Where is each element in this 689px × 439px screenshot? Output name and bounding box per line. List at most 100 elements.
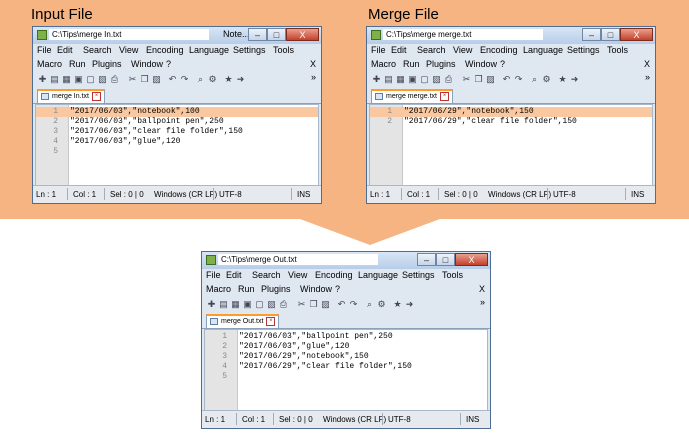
menu-language[interactable]: Language [189,45,229,55]
menu-view[interactable]: View [453,45,472,55]
toolbar-icon[interactable]: ⚙ [541,74,552,85]
menu-plugins[interactable]: Plugins [261,284,291,294]
editor-line[interactable]: 2 "2017/06/03","glue",120 [205,342,487,352]
menu-plugins[interactable]: Plugins [92,59,122,69]
menu-file[interactable]: File [206,270,221,280]
toolbar-icon[interactable]: ▢ [254,299,265,310]
text-editor[interactable]: 1 "2017/06/29","notebook",150 2 "2017/06/29… [369,104,653,186]
toolbar-icon[interactable]: ✂ [127,74,138,85]
toolbar-icon[interactable]: ⚙ [207,74,218,85]
toolbar-icon[interactable]: ➜ [404,299,415,310]
toolbar-icon[interactable]: ➜ [569,74,580,85]
toolbar-icon[interactable]: ⌕ [195,74,206,85]
document-tab[interactable]: merge merge.txt × [371,89,453,103]
menu-window[interactable]: Window [300,284,332,294]
menu-window[interactable]: Window [465,59,497,69]
editor-line[interactable]: 1 "2017/06/03","ballpoint pen",250 [205,332,487,342]
menu-search[interactable]: Search [252,270,281,280]
menu-run[interactable]: Run [69,59,86,69]
menu-edit[interactable]: Edit [57,45,73,55]
toolbar-icon[interactable]: ⚙ [376,299,387,310]
toolbar-icon[interactable]: ⎙ [443,74,454,85]
menu-macro[interactable]: Macro [371,59,396,69]
toolbar-icon[interactable]: ↶ [167,74,178,85]
toolbar-icon[interactable]: ▣ [73,74,84,85]
toolbar-icon[interactable]: ⌕ [364,299,375,310]
toolbar-icon[interactable]: ✂ [296,299,307,310]
toolbar-icon[interactable]: ▤ [49,74,60,85]
menu-file[interactable]: File [37,45,52,55]
editor-line[interactable]: 4 "2017/06/03","glue",120 [36,137,318,147]
toolbar-icon[interactable]: ✚ [206,299,217,310]
editor-line[interactable]: 2 "2017/06/29","clear file folder",150 [370,117,652,127]
menu-search[interactable]: Search [83,45,112,55]
minimize-button[interactable]: – [417,253,436,266]
tab-close-icon[interactable]: × [439,91,449,101]
text-editor[interactable]: 1 "2017/06/03","notebook",100 2 "2017/06/03… [35,104,319,186]
menu-file[interactable]: File [371,45,386,55]
editor-line[interactable]: 1 "2017/06/03","notebook",100 [36,107,318,117]
toolbar-icon[interactable]: ▣ [407,74,418,85]
toolbar-icon[interactable]: ↷ [513,74,524,85]
toolbar-icon[interactable]: ▧ [97,74,108,85]
menu-run[interactable]: Run [238,284,255,294]
menu-settings[interactable]: Settings [233,45,266,55]
toolbar-icon[interactable]: ➜ [235,74,246,85]
menu-encoding[interactable]: Encoding [146,45,184,55]
toolbar-icon[interactable]: ↷ [348,299,359,310]
toolbar-icon[interactable]: ▦ [230,299,241,310]
editor-line[interactable]: 1 "2017/06/29","notebook",150 [370,107,652,117]
editor-line[interactable]: 2 "2017/06/03","ballpoint pen",250 [36,117,318,127]
document-tab[interactable]: merge In.txt × [37,89,105,103]
toolbar-icon[interactable]: ❐ [139,74,150,85]
document-close-button[interactable]: X [479,284,485,294]
text-editor[interactable]: 1 "2017/06/03","ballpoint pen",250 2 "2017/… [204,329,488,411]
close-button[interactable]: X [286,28,319,41]
menu-help[interactable]: ? [166,59,171,69]
toolbar-overflow-icon[interactable]: » [311,72,316,82]
menu-tools[interactable]: Tools [273,45,294,55]
toolbar-icon[interactable]: ❐ [308,299,319,310]
toolbar-icon[interactable]: ⎙ [278,299,289,310]
toolbar-icon[interactable]: ▢ [419,74,430,85]
toolbar-icon[interactable]: ✂ [461,74,472,85]
toolbar-icon[interactable]: ⌕ [529,74,540,85]
editor-line[interactable]: 5 [205,372,487,382]
toolbar-icon[interactable]: ★ [223,74,234,85]
toolbar-overflow-icon[interactable]: » [645,72,650,82]
close-button[interactable]: X [620,28,653,41]
toolbar-overflow-icon[interactable]: » [480,297,485,307]
tab-close-icon[interactable]: × [91,91,101,101]
toolbar-icon[interactable]: ▨ [485,74,496,85]
maximize-button[interactable]: □ [436,253,455,266]
toolbar-icon[interactable]: ▦ [395,74,406,85]
editor-line[interactable]: 4 "2017/06/29","clear file folder",150 [205,362,487,372]
toolbar-icon[interactable]: ▨ [320,299,331,310]
menu-tools[interactable]: Tools [607,45,628,55]
toolbar-icon[interactable]: ▦ [61,74,72,85]
editor-line[interactable]: 5 [36,147,318,157]
toolbar-icon[interactable]: ↷ [179,74,190,85]
menu-plugins[interactable]: Plugins [426,59,456,69]
editor-line[interactable]: 3 "2017/06/29","notebook",150 [205,352,487,362]
toolbar-icon[interactable]: ▨ [151,74,162,85]
menu-language[interactable]: Language [358,270,398,280]
minimize-button[interactable]: – [248,28,267,41]
menu-help[interactable]: ? [500,59,505,69]
toolbar-icon[interactable]: ↶ [336,299,347,310]
menu-encoding[interactable]: Encoding [315,270,353,280]
close-button[interactable]: X [455,253,488,266]
menu-search[interactable]: Search [417,45,446,55]
toolbar-icon[interactable]: ★ [557,74,568,85]
maximize-button[interactable]: □ [601,28,620,41]
menu-edit[interactable]: Edit [391,45,407,55]
menu-window[interactable]: Window [131,59,163,69]
editor-line[interactable]: 3 "2017/06/03","clear file folder",150 [36,127,318,137]
toolbar-icon[interactable]: ❐ [473,74,484,85]
toolbar-icon[interactable]: ▧ [266,299,277,310]
menu-settings[interactable]: Settings [567,45,600,55]
toolbar-icon[interactable]: ✚ [37,74,48,85]
menu-macro[interactable]: Macro [37,59,62,69]
menu-macro[interactable]: Macro [206,284,231,294]
toolbar-icon[interactable]: ✚ [371,74,382,85]
